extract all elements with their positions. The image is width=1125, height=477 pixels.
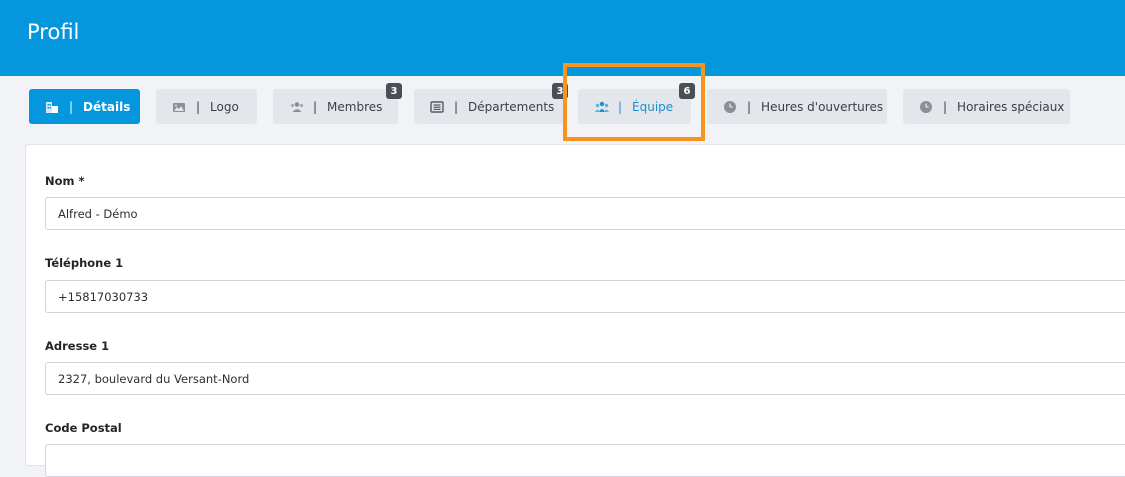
tab-label-horaires: Horaires spéciaux	[957, 99, 1065, 114]
code-postal-input[interactable]	[45, 444, 1125, 477]
tab-separator: |	[454, 99, 459, 114]
clock-icon	[919, 100, 933, 114]
tab-separator: |	[943, 99, 948, 114]
tab-label-logo: Logo	[210, 99, 239, 114]
page-title: Profil	[27, 20, 80, 44]
tab-details[interactable]: | Détails	[29, 89, 140, 124]
telephone1-label: Téléphone 1	[45, 256, 124, 270]
tab-separator: |	[313, 99, 318, 114]
nom-label: Nom *	[45, 174, 85, 188]
tab-label-membres: Membres	[327, 99, 383, 114]
nom-input[interactable]	[45, 197, 1125, 230]
tab-membres[interactable]: | Membres 3	[273, 83, 402, 124]
adresse1-input[interactable]	[45, 362, 1125, 395]
membres-count-badge: 3	[386, 83, 402, 99]
tab-separator: |	[69, 99, 74, 114]
tab-label-departements: Départements	[468, 99, 555, 114]
tab-label-heures: Heures d'ouvertures	[761, 99, 884, 114]
image-icon	[172, 100, 186, 114]
code-postal-label: Code Postal	[45, 421, 122, 435]
telephone1-input[interactable]	[45, 280, 1125, 313]
clock-icon	[723, 100, 737, 114]
list-icon	[430, 100, 444, 114]
building-icon	[45, 100, 59, 114]
tab-separator: |	[196, 99, 201, 114]
tab-horaires-speciaux[interactable]: | Horaires spéciaux	[903, 89, 1070, 124]
tab-departements[interactable]: | Départements 3	[414, 83, 568, 124]
tab-logo[interactable]: | Logo	[156, 89, 257, 124]
users-icon	[289, 100, 304, 114]
tab-heures-ouvertures[interactable]: | Heures d'ouvertures	[707, 89, 887, 124]
tab-label-details: Détails	[83, 99, 131, 114]
highlight-annotation-box	[563, 63, 705, 141]
tab-separator: |	[747, 99, 752, 114]
adresse1-label: Adresse 1	[45, 339, 110, 353]
